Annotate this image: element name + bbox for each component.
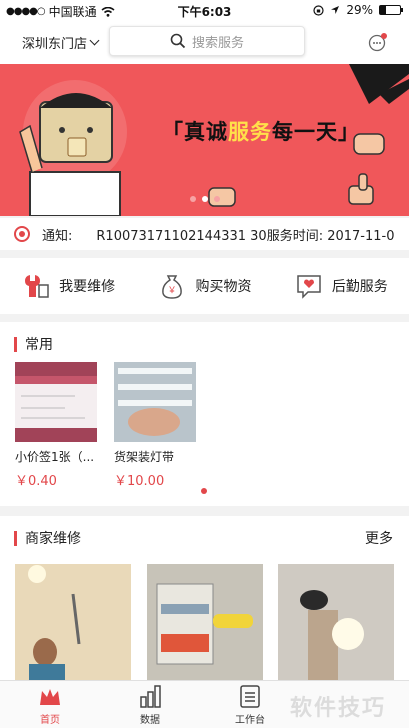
city-selector[interactable]: 深圳东门店 — [22, 33, 100, 52]
tab-home[interactable]: 首页 — [0, 681, 100, 728]
chevron-down-icon — [89, 35, 100, 46]
service-repair[interactable]: 我要维修 — [0, 258, 136, 314]
thumbs-up-icon — [348, 173, 374, 205]
heart-chat-icon — [297, 275, 321, 299]
notice-icon — [14, 226, 30, 242]
battery-icon — [379, 5, 403, 15]
notice-text: R10073171102144331 30服务时间: 2017-11-0 — [96, 228, 395, 244]
banner-slogan: 「真诚服务每一天」 — [162, 116, 360, 146]
repair-title: 商家维修 — [25, 531, 81, 547]
tab-label: 数据 — [140, 715, 160, 726]
section-marker — [14, 336, 17, 352]
repair-image[interactable] — [278, 564, 394, 682]
product-image — [114, 362, 196, 442]
notice-bar[interactable]: 通知: R10073171102144331 30服务时间: 2017-11-0 — [0, 218, 409, 250]
lock-rotation-icon — [313, 4, 324, 16]
section-marker — [14, 530, 17, 546]
promo-banner[interactable]: 「真诚服务每一天」 — [0, 64, 409, 216]
tab-label: 首页 — [40, 715, 60, 726]
product-card[interactable]: 货架装灯带 ￥10.00 — [114, 362, 196, 489]
tab-data[interactable]: 数据 — [100, 681, 200, 728]
city-label: 深圳东门店 — [22, 37, 88, 52]
banner-pagination — [0, 196, 409, 202]
message-icon[interactable] — [368, 32, 388, 52]
hand-point-icon — [353, 133, 385, 155]
status-bar: ●●●●○ 中国联通 下午6:03 29% — [0, 0, 409, 20]
svg-text:￥: ￥ — [168, 286, 177, 296]
search-bar[interactable]: 搜索服务 — [109, 26, 305, 56]
tab-workbench[interactable]: 工作台 — [200, 681, 300, 728]
product-price: ￥10.00 — [114, 474, 165, 489]
watermark: 软件技巧 — [290, 696, 387, 721]
location-icon — [331, 6, 340, 14]
repair-image[interactable] — [147, 564, 263, 682]
service-buy[interactable]: ￥ 购买物资 — [136, 258, 272, 314]
clipboard-icon — [240, 685, 260, 708]
service-entries: 我要维修 ￥ 购买物资 后勤服务 — [0, 258, 409, 314]
slogan-highlight: 服务 — [228, 120, 272, 144]
product-image — [15, 362, 97, 442]
service-label: 购买物资 — [195, 279, 252, 295]
product-name: 货架装灯带 — [114, 450, 175, 464]
service-logistics[interactable]: 后勤服务 — [273, 258, 409, 314]
section-title: 常用 — [14, 334, 53, 354]
home-icon — [40, 689, 60, 705]
tab-label: 工作台 — [235, 715, 265, 726]
battery-percent: 29% — [346, 3, 373, 17]
bar-chart-icon — [140, 685, 161, 708]
merchant-repair-section: 商家维修 更多 — [0, 516, 409, 682]
bracket-left: 「 — [162, 120, 184, 144]
product-card[interactable]: 小价签1张（... ￥0.40 — [15, 362, 97, 489]
mascot-illustration — [19, 80, 127, 216]
slogan-part2: 每一天 — [272, 120, 338, 144]
top-header: 深圳东门店 搜索服务 — [0, 20, 409, 64]
more-link[interactable]: 更多 — [365, 528, 393, 548]
product-price: ￥0.40 — [15, 474, 57, 489]
banner-dot-active[interactable] — [201, 196, 208, 202]
service-label: 我要维修 — [59, 279, 116, 295]
repair-image[interactable] — [15, 564, 131, 682]
service-label: 后勤服务 — [331, 279, 388, 295]
repair-icon — [25, 275, 49, 298]
banner-dot[interactable] — [189, 196, 196, 202]
search-placeholder: 搜索服务 — [191, 35, 244, 51]
status-right: 29% — [313, 3, 403, 17]
search-icon — [170, 33, 186, 49]
money-bag-icon: ￥ — [162, 275, 183, 299]
common-section: 常用 小价签1张（... ￥0.40 货架装灯带 ￥10.00 — [0, 322, 409, 506]
pagination-dot — [201, 488, 207, 494]
notice-label: 通知: — [42, 228, 73, 244]
product-name: 小价签1张（... — [15, 450, 95, 464]
section-title: 商家维修 — [14, 528, 81, 548]
banner-dot[interactable] — [213, 196, 220, 202]
slogan-part1: 真诚 — [184, 120, 228, 144]
common-title: 常用 — [25, 337, 53, 353]
banner-stripes — [349, 64, 409, 104]
